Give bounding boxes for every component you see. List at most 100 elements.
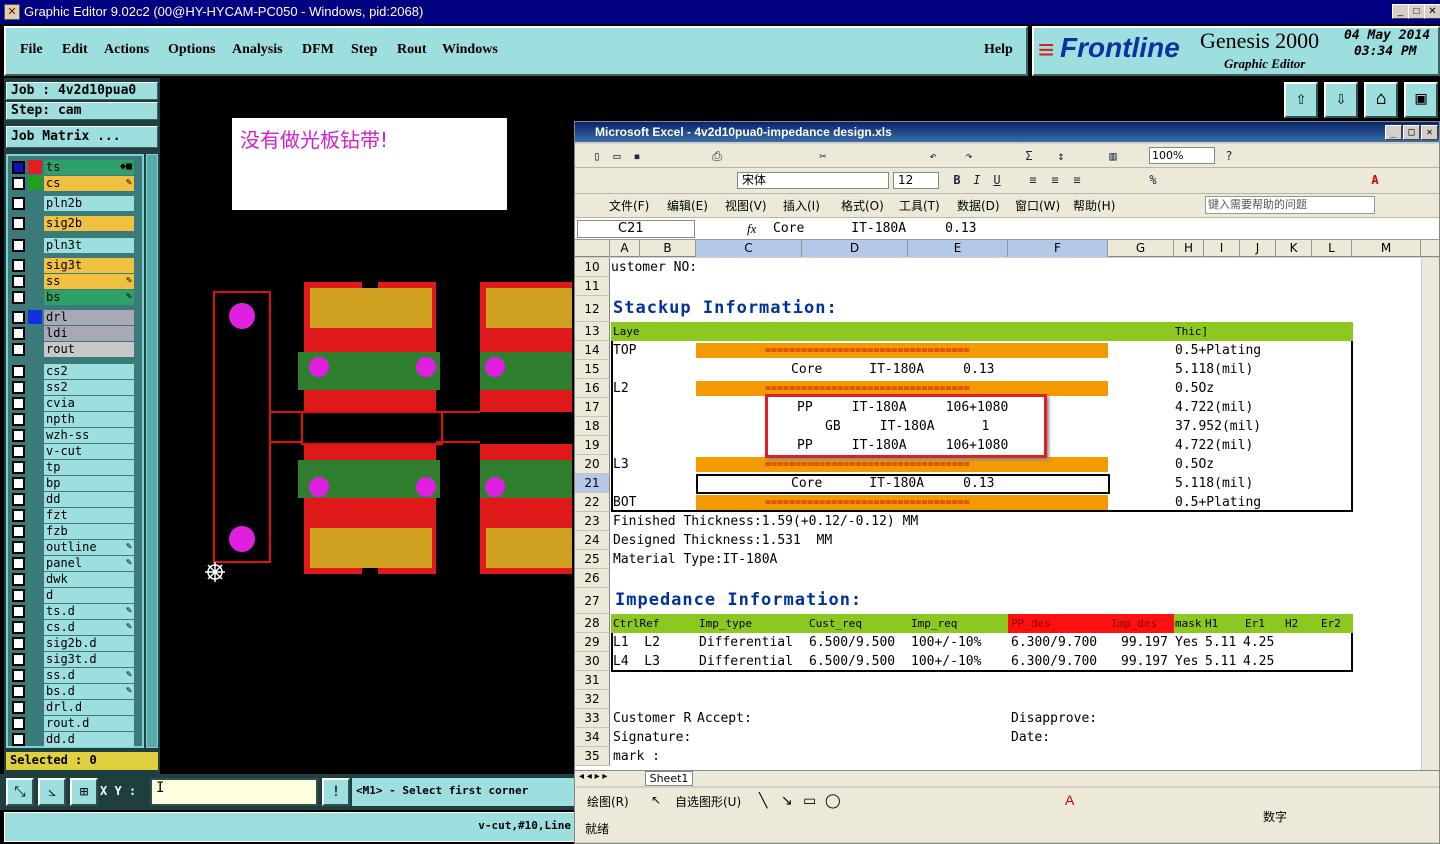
col-header[interactable]: K — [1276, 240, 1312, 257]
layer-checkbox[interactable] — [12, 653, 25, 666]
row-header[interactable]: 32 — [575, 690, 610, 709]
layer-color-swatch[interactable] — [28, 160, 42, 174]
layer-row[interactable]: dd — [10, 492, 134, 507]
menu-options[interactable]: Options — [168, 42, 215, 58]
row-header[interactable]: 28 — [575, 614, 610, 633]
layer-checkbox[interactable] — [12, 275, 25, 288]
xl-menu-insert[interactable]: 插入(I) — [783, 197, 820, 214]
row-header[interactable]: 23 — [575, 512, 610, 531]
layer-checkbox[interactable] — [12, 573, 25, 586]
layer-name[interactable]: ts.d ✎ — [44, 604, 134, 619]
layer-checkbox[interactable] — [12, 445, 25, 458]
layer-row[interactable]: sig3t — [10, 258, 134, 273]
layer-row[interactable]: cs ✎ — [10, 176, 134, 191]
layer-row[interactable]: outline ✎ — [10, 540, 134, 555]
layer-name[interactable]: ldi — [44, 326, 134, 341]
layer-name[interactable]: rout.d — [44, 716, 134, 731]
layer-checkbox[interactable] — [12, 413, 25, 426]
layer-row[interactable]: dwk — [10, 572, 134, 587]
col-header[interactable]: C — [696, 240, 802, 257]
layer-checkbox[interactable] — [12, 509, 25, 522]
row-header[interactable]: 25 — [575, 550, 610, 569]
zoom-icon[interactable]: ⤡ — [6, 778, 34, 806]
layer-name[interactable]: outline ✎ — [44, 540, 134, 555]
excel-maximize-button[interactable]: □ — [1403, 125, 1420, 140]
layer-name[interactable]: bs ✎ — [44, 290, 134, 305]
col-header[interactable]: J — [1240, 240, 1276, 257]
layer-row[interactable]: sig2b — [10, 216, 134, 231]
close-button[interactable]: ✕ — [1424, 4, 1440, 19]
layer-row[interactable]: ldi — [10, 326, 134, 341]
tab-sheet1[interactable]: Sheet1 — [645, 771, 693, 786]
row-header[interactable]: 11 — [575, 277, 610, 296]
row-header[interactable]: 22 — [575, 493, 610, 512]
row-header[interactable]: 34 — [575, 728, 610, 747]
col-header[interactable]: L — [1312, 240, 1352, 257]
layer-name[interactable]: dwk — [44, 572, 134, 587]
menu-actions[interactable]: Actions — [104, 42, 149, 58]
row-header[interactable]: 20 — [575, 455, 610, 474]
layer-name[interactable]: rout — [44, 342, 134, 357]
layer-name[interactable]: drl — [44, 310, 134, 325]
row-header[interactable]: 29 — [575, 633, 610, 652]
col-header[interactable]: G — [1108, 240, 1174, 257]
layer-name[interactable]: ss ✎ — [44, 274, 134, 289]
layer-row[interactable]: fzt — [10, 508, 134, 523]
layer-name[interactable]: fzb — [44, 524, 134, 539]
row-header[interactable]: 13 — [575, 322, 610, 341]
layer-name[interactable]: panel ✎ — [44, 556, 134, 571]
formula-input[interactable]: Core IT-180A 0.13 — [773, 220, 977, 238]
layer-name[interactable]: fzt — [44, 508, 134, 523]
excel-minimize-button[interactable]: _ — [1385, 125, 1402, 140]
row-header[interactable]: 17 — [575, 398, 610, 417]
percent-icon[interactable]: % — [1145, 172, 1161, 188]
align-left-icon[interactable]: ≡ — [1025, 172, 1041, 188]
layer-checkbox[interactable] — [12, 701, 25, 714]
layer-name[interactable]: bp — [44, 476, 134, 491]
bold-button[interactable]: B — [949, 172, 965, 188]
layer-name[interactable]: pln3t — [44, 238, 134, 253]
rectangle-icon[interactable]: ▭ — [803, 792, 816, 809]
layer-checkbox[interactable] — [12, 239, 25, 252]
layer-checkbox[interactable] — [12, 493, 25, 506]
menu-edit[interactable]: Edit — [62, 42, 88, 58]
job-matrix-button[interactable]: Job Matrix ... — [6, 126, 158, 148]
layer-row[interactable]: rout — [10, 342, 134, 357]
row-header[interactable]: 10 — [575, 258, 610, 277]
redo-icon[interactable]: ↷ — [961, 148, 977, 164]
underline-button[interactable]: U — [989, 172, 1005, 188]
tab-nav-icon[interactable]: ◂ ◂ ▸ ▸ — [579, 771, 607, 782]
layer-checkbox[interactable] — [12, 669, 25, 682]
name-box[interactable]: C21 — [577, 220, 695, 238]
draw-menu[interactable]: 绘图(R) — [587, 793, 629, 810]
align-center-icon[interactable]: ≡ — [1047, 172, 1063, 188]
layer-checkbox[interactable] — [12, 311, 25, 324]
layer-checkbox[interactable] — [12, 397, 25, 410]
menu-rout[interactable]: Rout — [397, 42, 427, 58]
layer-checkbox[interactable] — [12, 161, 25, 174]
layer-name[interactable]: sig3t.d — [44, 652, 134, 667]
col-header[interactable]: A — [610, 240, 640, 257]
layer-name[interactable]: d — [44, 588, 134, 603]
open-file-icon[interactable]: ▭ — [609, 148, 625, 164]
row-header[interactable]: 12 — [575, 296, 610, 322]
layer-row[interactable]: panel ✎ — [10, 556, 134, 571]
layer-checkbox[interactable] — [12, 637, 25, 650]
open-icon[interactable]: ⇩ — [1324, 82, 1358, 118]
layer-color-swatch[interactable] — [28, 310, 42, 324]
layer-name[interactable]: v-cut — [44, 444, 134, 459]
grid-icon[interactable]: ⊞ — [70, 778, 98, 806]
line-icon[interactable]: ╲ — [759, 792, 767, 809]
layer-row[interactable]: dd.d — [10, 732, 134, 747]
xl-menu-view[interactable]: 视图(V) — [725, 197, 767, 214]
row-header[interactable]: 18 — [575, 417, 610, 436]
layer-row[interactable]: rout.d — [10, 716, 134, 731]
fx-icon[interactable]: fx — [747, 221, 756, 237]
save-icon[interactable]: ⇧ — [1284, 82, 1318, 118]
col-header[interactable]: D — [802, 240, 908, 257]
vertical-scrollbar[interactable] — [1421, 258, 1439, 770]
new-icon[interactable]: ▯ — [589, 148, 605, 164]
layer-row[interactable]: drl — [10, 310, 134, 325]
help-search-input[interactable]: 键入需要帮助的问题 — [1205, 196, 1375, 214]
menu-help[interactable]: Help — [984, 42, 1013, 58]
